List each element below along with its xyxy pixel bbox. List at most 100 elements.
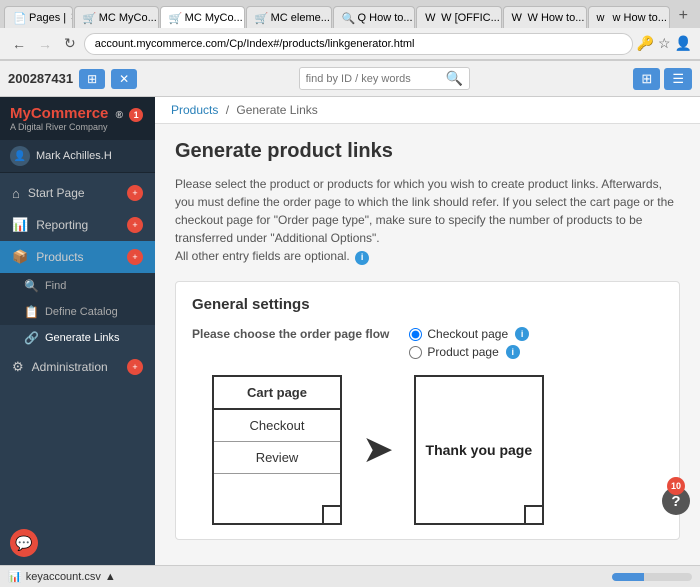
user-name: Mark Achilles.H xyxy=(36,150,112,162)
flow-arrow: ➤ xyxy=(362,431,394,469)
radio-checkout-input[interactable] xyxy=(409,328,422,341)
camera-icon-button[interactable]: ⊞ xyxy=(633,68,660,90)
app-toolbar: 200287431 ⊞ ✕ 🔍 ⊞ ☰ xyxy=(0,61,700,97)
sidebar-item-reporting[interactable]: 📊 Reporting + xyxy=(0,209,155,241)
search-input[interactable] xyxy=(306,73,446,85)
tab-favicon-7: W xyxy=(512,12,524,24)
status-progress-bar xyxy=(612,573,692,581)
tab-favicon-8: w xyxy=(597,12,609,24)
close-button[interactable]: ✕ xyxy=(111,69,137,89)
sidebar-item-start-page[interactable]: ⌂ Start Page + xyxy=(0,177,155,209)
submenu-item-generate-links[interactable]: 🔗 Generate Links xyxy=(0,325,155,351)
thank-you-label: Thank you page xyxy=(426,442,533,458)
navigation-bar: ← → ↻ 🔑 ☆ 👤 xyxy=(0,28,700,60)
find-icon: 🔍 xyxy=(24,279,39,293)
status-bar: 📊 keyaccount.csv ▲ xyxy=(0,565,700,587)
admin-badge: + xyxy=(127,359,143,375)
reporting-badge: + xyxy=(127,217,143,233)
page-corner-left xyxy=(322,505,340,523)
tab-5[interactable]: 🔍 Q How to... ✕ xyxy=(333,6,416,28)
review-label: Review xyxy=(214,442,340,474)
sidebar-item-administration[interactable]: ⚙ Administration + xyxy=(0,351,155,383)
tab-8[interactable]: w w How to... ✕ xyxy=(588,6,670,28)
gear-icon: ⚙ xyxy=(12,359,24,375)
browser-nav-icons: 🔑 ☆ 👤 xyxy=(637,35,692,52)
radio-product-label: Product page xyxy=(427,345,498,359)
search-submit-button[interactable]: 🔍 xyxy=(446,70,463,87)
toolbar-left: 200287431 ⊞ ✕ xyxy=(8,69,137,89)
page-title: Generate product links xyxy=(175,140,680,163)
brand-commerce: Commerce xyxy=(31,105,109,122)
link-icon: 🔗 xyxy=(24,331,39,345)
grid-view-button[interactable]: ⊞ xyxy=(79,69,105,89)
sidebar-item-products[interactable]: 📦 Products + xyxy=(0,241,155,273)
products-icon: 📦 xyxy=(12,249,28,265)
chat-button[interactable]: 💬 xyxy=(10,529,38,557)
breadcrumb-products[interactable]: Products xyxy=(171,103,218,117)
tab-4[interactable]: 🛒 MC eleme... ✕ xyxy=(246,6,332,28)
cart-page-label: Cart page xyxy=(214,377,340,410)
key-icon[interactable]: 🔑 xyxy=(637,35,654,52)
user-icon[interactable]: 👤 xyxy=(675,35,692,52)
general-settings-section: General settings Please choose the order… xyxy=(175,281,680,540)
submenu-label-catalog: Define Catalog xyxy=(45,306,118,318)
radio-checkout-page[interactable]: Checkout page i xyxy=(409,327,529,341)
tab-1[interactable]: 📄 Pages | ✕ xyxy=(4,6,73,28)
tab-label-8: w How to... xyxy=(613,12,667,24)
menu-icon-button[interactable]: ☰ xyxy=(664,68,692,90)
radio-group-order-flow: Checkout page i Product page i xyxy=(409,327,529,359)
brand-trademark: ® xyxy=(116,110,123,121)
sidebar-item-label-products: Products xyxy=(36,250,83,264)
sidebar-item-label-admin: Administration xyxy=(32,360,108,374)
forward-button[interactable]: → xyxy=(34,34,56,54)
product-id: 200287431 xyxy=(8,71,73,86)
submenu-item-define-catalog[interactable]: 📋 Define Catalog xyxy=(0,299,155,325)
tab-2[interactable]: 🛒 MC MyCo... ✕ xyxy=(74,6,159,28)
address-bar[interactable] xyxy=(84,33,633,55)
breadcrumb-current: Generate Links xyxy=(236,103,317,117)
radio-checkout-label: Checkout page xyxy=(427,327,508,341)
help-float: 10 ? xyxy=(662,477,690,515)
chart-icon: 📊 xyxy=(12,217,28,233)
checkout-help-icon[interactable]: i xyxy=(515,327,529,341)
submenu-label-generate: Generate Links xyxy=(45,332,120,344)
tab-favicon-5: 🔍 xyxy=(342,12,354,24)
submenu-item-find[interactable]: 🔍 Find xyxy=(0,273,155,299)
help-badge: 10 xyxy=(667,477,685,495)
description-text-1: Please select the product or products fo… xyxy=(175,177,674,245)
product-help-icon[interactable]: i xyxy=(506,345,520,359)
search-box[interactable]: 🔍 xyxy=(299,67,470,90)
tab-3[interactable]: 🛒 MC MyCo... ✕ xyxy=(160,6,245,28)
toolbar-right-buttons: ⊞ ☰ xyxy=(631,68,692,90)
submenu-label-find: Find xyxy=(45,280,66,292)
sidebar-menu: ⌂ Start Page + 📊 Reporting + 📦 Products … xyxy=(0,173,155,521)
page-body: Generate product links Please select the… xyxy=(155,124,700,556)
status-file: 📊 keyaccount.csv ▲ xyxy=(8,570,116,583)
radio-product-page[interactable]: Product page i xyxy=(409,345,529,359)
order-flow-row: Please choose the order page flow Checko… xyxy=(192,327,663,359)
star-icon[interactable]: ☆ xyxy=(658,35,671,52)
products-submenu: 🔍 Find 📋 Define Catalog 🔗 Generate Links xyxy=(0,273,155,351)
tab-6[interactable]: W W [OFFIC... ✕ xyxy=(416,6,501,28)
radio-product-input[interactable] xyxy=(409,346,422,359)
sidebar: MyCommerce ® 1 A Digital River Company 👤… xyxy=(0,97,155,565)
tab-label-2: MC MyCo... xyxy=(99,12,157,24)
brand-logo: MyCommerce ® 1 xyxy=(10,105,145,122)
new-tab-button[interactable]: + xyxy=(671,4,696,28)
refresh-button[interactable]: ↻ xyxy=(60,33,80,54)
tab-label-6: W [OFFIC... xyxy=(441,12,500,24)
tab-favicon-4: 🛒 xyxy=(255,12,267,24)
brand-header: MyCommerce ® 1 A Digital River Company xyxy=(0,97,155,140)
help-circle-icon[interactable]: i xyxy=(355,251,369,265)
user-section[interactable]: 👤 Mark Achilles.H xyxy=(0,140,155,173)
tab-label-1: Pages | xyxy=(29,12,66,24)
tab-label-5: Q How to... xyxy=(358,12,413,24)
sidebar-item-label-reporting: Reporting xyxy=(36,218,88,232)
sidebar-bottom: 💬 xyxy=(0,521,155,565)
tab-7[interactable]: W W How to... ✕ xyxy=(503,6,587,28)
tab-close-1[interactable]: ✕ xyxy=(70,12,73,23)
breadcrumb: Products / Generate Links xyxy=(155,97,700,124)
settings-section-title: General settings xyxy=(192,296,663,313)
back-button[interactable]: ← xyxy=(8,34,30,54)
order-flow-label: Please choose the order page flow xyxy=(192,327,389,341)
